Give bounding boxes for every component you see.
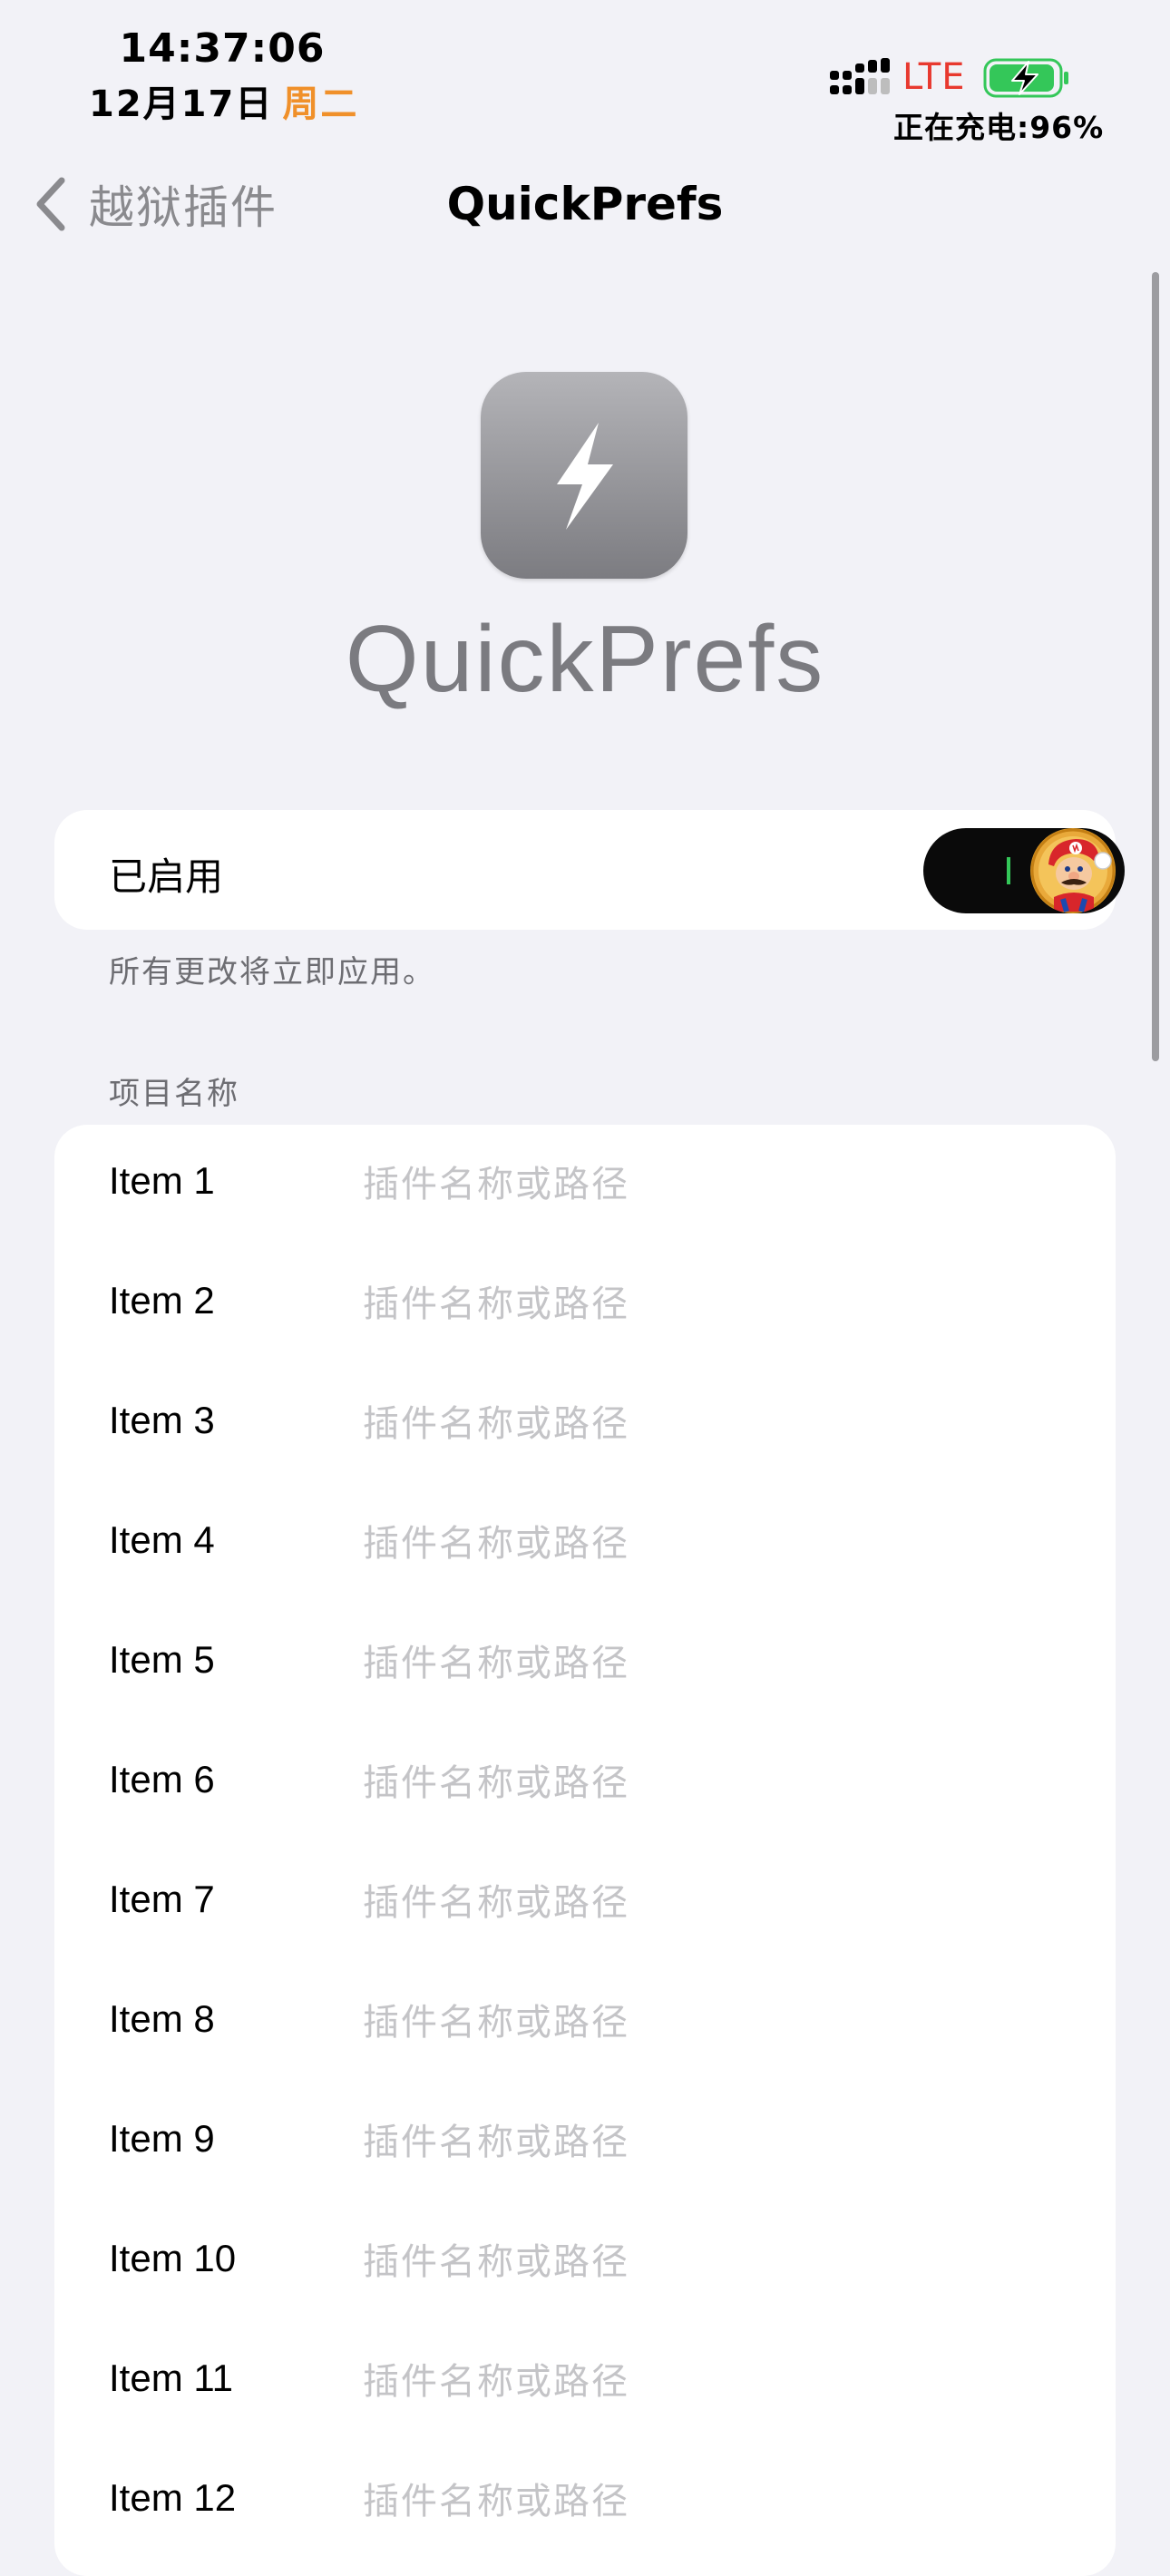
item-label: Item 9	[109, 2117, 215, 2160]
item-row: Item 10	[54, 2202, 1116, 2322]
status-date-text: 12月17日	[89, 83, 274, 125]
lightning-bolt-icon	[557, 423, 613, 530]
status-time: 14:37:06	[119, 25, 326, 72]
item-row: Item 6	[54, 1723, 1116, 1843]
items-section-header: 项目名称	[109, 1076, 239, 1112]
item-label: Item 2	[109, 1279, 215, 1322]
item-path-input[interactable]	[363, 1743, 1070, 1823]
toggle-on-indicator	[1007, 857, 1010, 884]
item-label: Item 3	[109, 1399, 215, 1441]
item-path-input[interactable]	[363, 1983, 1070, 2063]
navigation-bar: 越狱插件 QuickPrefs	[0, 163, 1170, 245]
signal-strength-icon	[830, 58, 890, 94]
item-path-input[interactable]	[363, 2222, 1070, 2302]
item-path-input[interactable]	[363, 1264, 1070, 1344]
items-list: Item 1 Item 2 Item 3 Item 4 Item 5 Item 6 Item…	[54, 1125, 1116, 2576]
item-label: Item 5	[109, 1638, 215, 1681]
item-path-input[interactable]	[363, 1145, 1070, 1225]
charging-status-text: 正在充电:96%	[893, 110, 1105, 145]
item-row: Item 4	[54, 1484, 1116, 1604]
item-label: Item 4	[109, 1518, 215, 1561]
item-label: Item 12	[109, 2476, 237, 2519]
item-path-input[interactable]	[363, 1624, 1070, 1703]
item-row: Item 7	[54, 1843, 1116, 1963]
item-row: Item 5	[54, 1604, 1116, 1723]
item-row: Item 3	[54, 1364, 1116, 1484]
status-bar: 14:37:06 12月17日 周二 LTE 正在充电:96%	[0, 0, 1170, 145]
item-label: Item 10	[109, 2237, 237, 2279]
toggle-thumb-avatar	[1030, 828, 1116, 913]
item-path-input[interactable]	[363, 2462, 1070, 2542]
item-label: Item 6	[109, 1758, 215, 1800]
item-label: Item 8	[109, 1997, 215, 2040]
mario-avatar-icon	[1030, 828, 1116, 913]
item-row: Item 11	[54, 2322, 1116, 2442]
status-weekday: 周二	[282, 83, 359, 125]
item-path-input[interactable]	[363, 1504, 1070, 1584]
item-row: Item 8	[54, 1963, 1116, 2083]
item-path-input[interactable]	[363, 1384, 1070, 1464]
enable-footnote: 所有更改将立即应用。	[109, 954, 435, 990]
battery-charging-icon	[983, 58, 1068, 98]
item-row: Item 1	[54, 1125, 1116, 1244]
app-name-heading: QuickPrefs	[345, 607, 825, 712]
enable-toggle[interactable]	[923, 828, 1125, 913]
item-label: Item 1	[109, 1159, 215, 1202]
item-label: Item 7	[109, 1878, 215, 1920]
app-icon	[481, 372, 687, 579]
page-title: QuickPrefs	[446, 178, 724, 230]
item-label: Item 11	[109, 2356, 233, 2399]
status-date: 12月17日 周二	[89, 74, 358, 127]
enable-row: 已启用	[54, 810, 1125, 930]
item-row: Item 2	[54, 1244, 1116, 1364]
item-path-input[interactable]	[363, 2342, 1070, 2422]
item-row: Item 9	[54, 2083, 1116, 2202]
network-type-label: LTE	[902, 56, 966, 98]
enable-label: 已启用	[109, 854, 224, 899]
item-path-input[interactable]	[363, 2103, 1070, 2182]
item-row: Item 12	[54, 2442, 1116, 2561]
item-path-input[interactable]	[363, 1863, 1070, 1943]
